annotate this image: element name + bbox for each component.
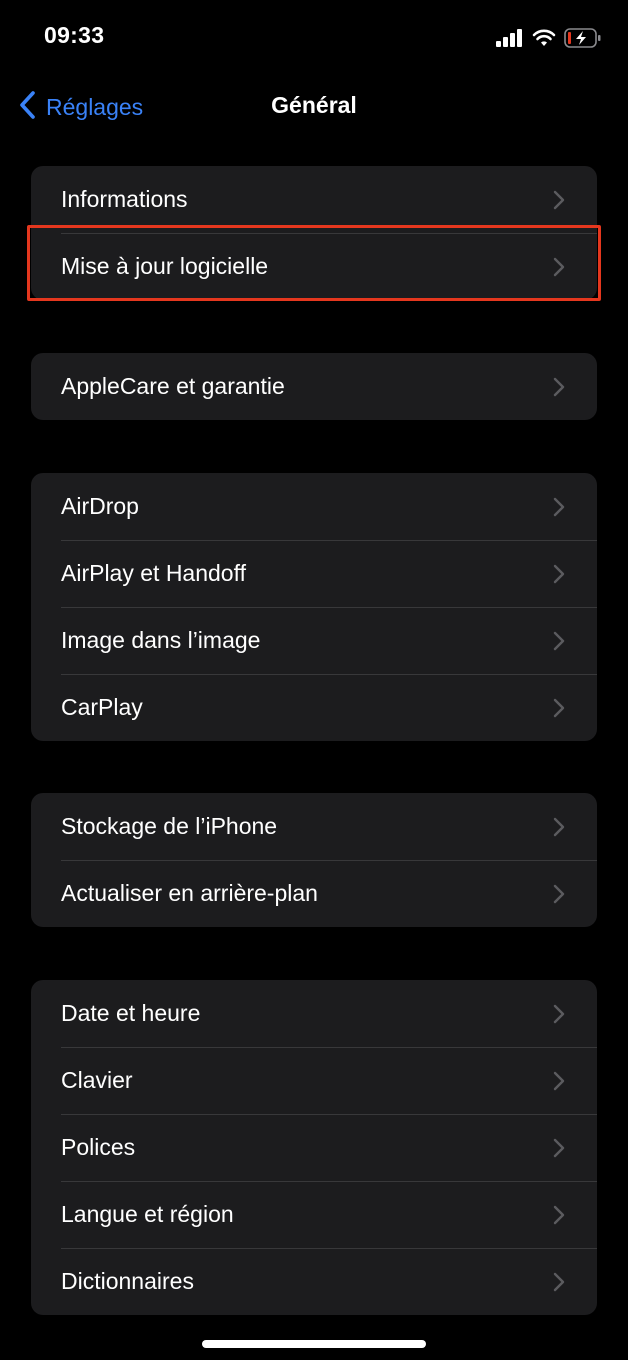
status-bar: 09:33 bbox=[0, 0, 628, 70]
list-item-label: Stockage de l’iPhone bbox=[61, 813, 278, 839]
list-item-label: AirDrop bbox=[61, 493, 139, 519]
chevron-right-icon bbox=[553, 564, 565, 584]
chevron-right-icon bbox=[553, 698, 565, 718]
list-item-label: Informations bbox=[61, 186, 188, 212]
list-item-dictionaries[interactable]: Dictionnaires bbox=[31, 1248, 597, 1315]
list-item-software-update[interactable]: Mise à jour logicielle bbox=[31, 233, 597, 300]
page-title: Général bbox=[271, 92, 357, 118]
list-item-label: Date et heure bbox=[61, 1000, 201, 1026]
list-item-label: Langue et région bbox=[61, 1201, 234, 1227]
chevron-right-icon bbox=[553, 257, 565, 277]
list-item-background-refresh[interactable]: Actualiser en arrière-plan bbox=[31, 860, 597, 927]
nav-bar: Réglages Général bbox=[0, 80, 628, 134]
list-item-label: Image dans l’image bbox=[61, 627, 261, 653]
chevron-right-icon bbox=[553, 1004, 565, 1024]
battery-charging-icon bbox=[564, 28, 602, 48]
settings-group-about: Informations Mise à jour logicielle bbox=[31, 166, 597, 300]
chevron-right-icon bbox=[553, 190, 565, 210]
list-item-label: CarPlay bbox=[61, 694, 143, 720]
chevron-right-icon bbox=[553, 1138, 565, 1158]
list-item-label: Mise à jour logicielle bbox=[61, 253, 269, 279]
settings-group-connectivity: AirDrop AirPlay et Handoff Image dans l’… bbox=[31, 473, 597, 741]
settings-group-storage: Stockage de l’iPhone Actualiser en arriè… bbox=[31, 793, 597, 927]
list-item-label: AirPlay et Handoff bbox=[61, 560, 246, 586]
list-item-picture-in-picture[interactable]: Image dans l’image bbox=[31, 607, 597, 674]
list-item-fonts[interactable]: Polices bbox=[31, 1114, 597, 1181]
chevron-right-icon bbox=[553, 817, 565, 837]
list-item-iphone-storage[interactable]: Stockage de l’iPhone bbox=[31, 793, 597, 860]
list-item-airplay-handoff[interactable]: AirPlay et Handoff bbox=[31, 540, 597, 607]
list-item-date-time[interactable]: Date et heure bbox=[31, 980, 597, 1047]
list-item-carplay[interactable]: CarPlay bbox=[31, 674, 597, 741]
chevron-right-icon bbox=[553, 1205, 565, 1225]
status-time: 09:33 bbox=[44, 22, 105, 48]
list-item-informations[interactable]: Informations bbox=[31, 166, 597, 233]
settings-group-applecare: AppleCare et garantie bbox=[31, 353, 597, 420]
list-item-label: Polices bbox=[61, 1134, 136, 1160]
chevron-right-icon bbox=[553, 377, 565, 397]
wifi-icon bbox=[532, 29, 556, 47]
home-indicator[interactable] bbox=[202, 1340, 426, 1348]
list-item-keyboard[interactable]: Clavier bbox=[31, 1047, 597, 1114]
chevron-right-icon bbox=[553, 1071, 565, 1091]
chevron-right-icon bbox=[553, 1272, 565, 1292]
chevron-right-icon bbox=[553, 884, 565, 904]
list-item-label: AppleCare et garantie bbox=[61, 373, 285, 399]
chevron-right-icon bbox=[553, 631, 565, 651]
list-item-label: Actualiser en arrière-plan bbox=[61, 880, 318, 906]
list-item-label: Clavier bbox=[61, 1067, 133, 1093]
status-icons bbox=[496, 26, 602, 50]
chevron-right-icon bbox=[553, 497, 565, 517]
list-item-language-region[interactable]: Langue et région bbox=[31, 1181, 597, 1248]
list-item-label: Dictionnaires bbox=[61, 1268, 194, 1294]
cellular-signal-icon bbox=[496, 29, 524, 47]
settings-group-locale: Date et heure Clavier Polices Langue et … bbox=[31, 980, 597, 1315]
list-item-applecare[interactable]: AppleCare et garantie bbox=[31, 353, 597, 420]
list-item-airdrop[interactable]: AirDrop bbox=[31, 473, 597, 540]
